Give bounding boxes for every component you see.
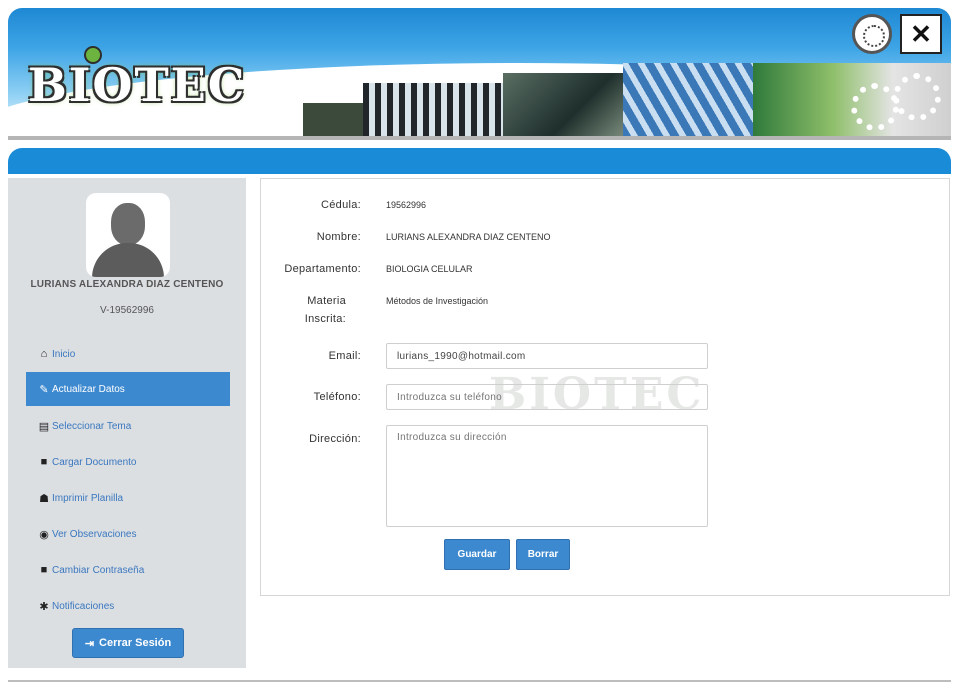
user-id: V-19562996	[100, 305, 154, 316]
lock-icon: ■	[40, 564, 48, 576]
sidebar-item-inicio[interactable]: ⌂ Inicio	[8, 336, 246, 372]
sidebar-item-ver-observaciones[interactable]: ◉ Ver Observaciones	[8, 516, 246, 552]
cedula-label: Cédula:	[320, 199, 361, 211]
email-field[interactable]	[386, 343, 708, 369]
materia-value: Métodos de Investigación	[386, 296, 489, 306]
banner-underline	[8, 136, 951, 140]
sidebar-item-label: Seleccionar Tema	[52, 420, 132, 432]
avatar	[86, 193, 170, 277]
sidebar-item-cargar-documento[interactable]: ■ Cargar Documento	[8, 444, 246, 480]
asterisk-icon: ✱	[39, 600, 49, 613]
sidebar-item-label: Notificaciones	[52, 600, 115, 612]
biotec-logo: BIOTEC	[28, 58, 247, 112]
materia-label-line2: Inscrita:	[304, 313, 346, 325]
sidebar-item-imprimir-planilla[interactable]: ☗ Imprimir Planilla	[8, 480, 246, 516]
sidebar-item-label: Imprimir Planilla	[52, 492, 124, 504]
logout-label: Cerrar Sesión	[99, 637, 172, 649]
telefono-label: Teléfono:	[313, 391, 361, 403]
cedula-value: 19562996	[386, 200, 427, 210]
home-icon: ⌂	[40, 348, 48, 360]
nombre-value: LURIANS ALEXANDRA DIAZ CENTENO	[386, 232, 551, 242]
sidebar-item-notificaciones[interactable]: ✱ Notificaciones	[8, 588, 246, 624]
list-icon: ▤	[38, 420, 50, 433]
banner-photo-collage	[303, 63, 951, 138]
save-button[interactable]: Guardar	[444, 539, 510, 570]
direccion-field[interactable]	[386, 425, 708, 527]
departamento-value: BIOLOGIA CELULAR	[386, 264, 473, 274]
header-band	[8, 148, 951, 174]
sidebar-item-actualizar-datos[interactable]: ✎ Actualizar Datos	[26, 372, 230, 406]
materia-label-line1: Materia	[307, 295, 346, 307]
direccion-label: Dirección:	[309, 433, 361, 445]
sidebar-item-label: Cambiar Contraseña	[52, 564, 145, 576]
sidebar-item-label: Ver Observaciones	[52, 528, 137, 540]
nombre-label: Nombre:	[316, 231, 361, 243]
footer-divider	[8, 680, 951, 682]
user-name: LURIANS ALEXANDRA DIAZ CENTENO	[30, 279, 224, 290]
sidebar-item-label: Inicio	[52, 348, 76, 360]
faculty-emblem-icon: ✕	[900, 14, 942, 54]
sign-out-icon: ⇥	[84, 637, 95, 650]
sidebar-item-label: Cargar Documento	[52, 456, 137, 468]
book-icon: ■	[40, 456, 48, 468]
users-icon: ☗	[39, 492, 49, 505]
sidebar-item-cambiar-contrasena[interactable]: ■ Cambiar Contraseña	[8, 552, 246, 588]
email-label: Email:	[328, 350, 361, 362]
edit-icon: ✎	[39, 383, 49, 396]
logout-button[interactable]: ⇥ Cerrar Sesión	[72, 628, 184, 658]
telefono-field[interactable]	[386, 384, 708, 410]
sidebar-item-label: Actualizar Datos	[52, 383, 125, 395]
eye-icon: ◉	[39, 528, 49, 541]
clear-button[interactable]: Borrar	[516, 539, 570, 570]
sidebar: LURIANS ALEXANDRA DIAZ CENTENO V-1956299…	[8, 178, 246, 668]
sidebar-nav: ⌂ Inicio ✎ Actualizar Datos ▤ Selecciona…	[8, 336, 246, 624]
sidebar-item-seleccionar-tema[interactable]: ▤ Seleccionar Tema	[8, 408, 246, 444]
departamento-label: Departamento:	[284, 263, 361, 275]
profile-form-panel: BIOTEC Cédula: 19562996 Nombre: LURIANS …	[260, 178, 950, 596]
materia-label: Materia Inscrita:	[261, 295, 346, 325]
university-seal-icon	[852, 14, 892, 54]
